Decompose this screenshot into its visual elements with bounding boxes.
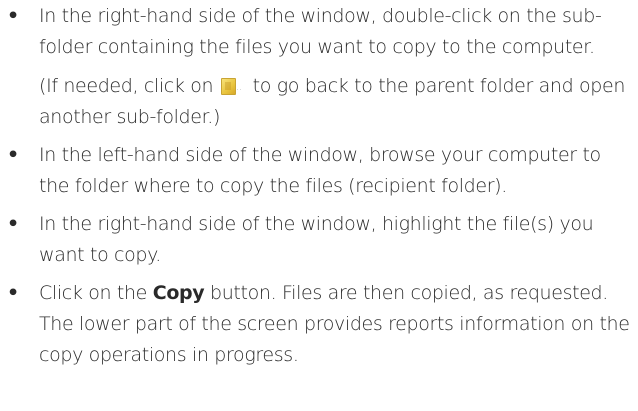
step-3-text: In the right-hand side of the window, hi… <box>39 213 594 266</box>
step-1: • In the right-hand side of the window, … <box>0 1 638 133</box>
note-text-before: (If needed, click on <box>39 75 214 97</box>
step-2: • In the left-hand side of the window, b… <box>0 140 638 202</box>
step-4-text: Click on the Copy button. Files are then… <box>39 278 634 371</box>
folder-up-icon: .. <box>220 76 243 95</box>
bullet: • <box>7 282 19 304</box>
step-3: • In the right-hand side of the window, … <box>0 209 638 271</box>
step-2-text: In the left-hand side of the window, bro… <box>39 144 601 197</box>
bullet: • <box>7 5 19 27</box>
step-4: • Click on the Copy button. Files are th… <box>0 278 638 371</box>
instructions-document: • In the right-hand side of the window, … <box>0 0 638 411</box>
step-4-text-before: Click on the <box>39 282 148 304</box>
copy-button-reference: Copy <box>152 282 205 304</box>
step-1-note: (If needed, click on .. to go back to th… <box>39 71 634 133</box>
bullet: • <box>7 144 19 166</box>
bullet: • <box>7 213 19 235</box>
step-1-text: In the right-hand side of the window, do… <box>39 5 602 58</box>
steps-list: • In the right-hand side of the window, … <box>0 1 638 371</box>
folder-up-dots: .. <box>235 82 243 93</box>
